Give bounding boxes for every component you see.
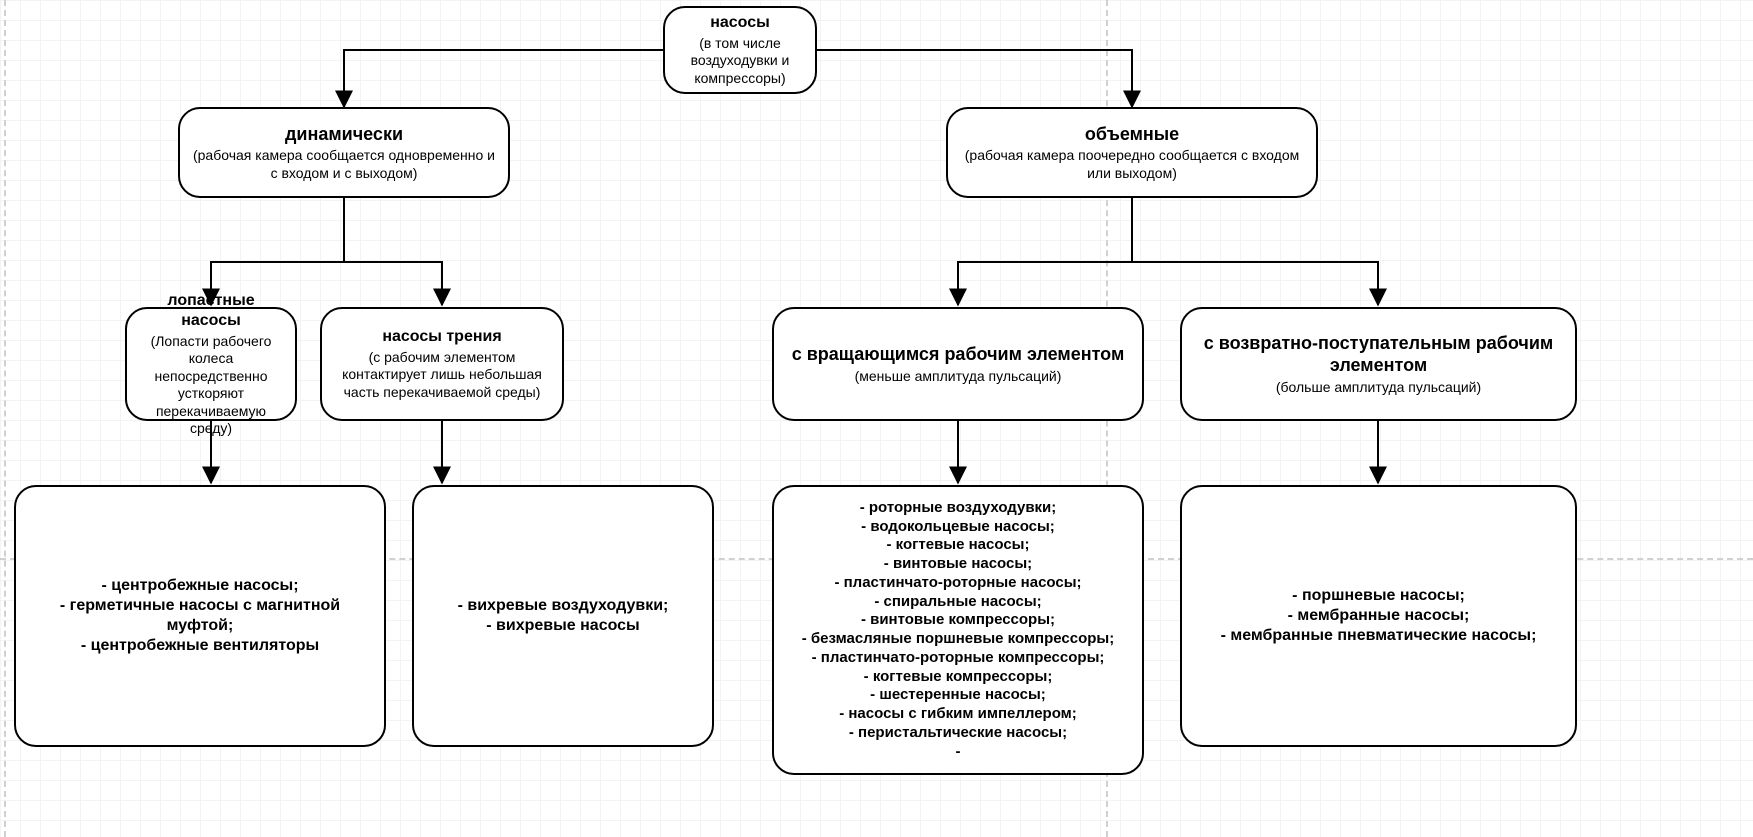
- node-sub: (меньше амплитуда пульсаций): [855, 368, 1062, 386]
- node-volumetric[interactable]: объемные (рабочая камера поочередно сооб…: [946, 107, 1318, 198]
- node-title: с вращающимся рабочим элементом: [792, 343, 1125, 366]
- node-friction[interactable]: насосы трения (с рабочим элементом конта…: [320, 307, 564, 421]
- node-title: объемные: [1085, 123, 1179, 146]
- examples-list: - вихревые воздуходувки; - вихревые насо…: [458, 596, 669, 636]
- examples-list: - поршневые насосы; - мембранные насосы;…: [1221, 586, 1537, 646]
- node-sub: (больше амплитуда пульсаций): [1276, 379, 1481, 397]
- node-recip[interactable]: с возвратно-поступательным рабочим элеме…: [1180, 307, 1577, 421]
- node-sub: (рабочая камера поочередно сообщается с …: [958, 147, 1306, 182]
- node-sub: (рабочая камера сообщается одновременно …: [190, 147, 498, 182]
- node-sub: (в том числе воздуходувки и компрессоры): [675, 35, 805, 88]
- node-title: насосы: [710, 13, 770, 33]
- node-title: насосы трения: [382, 327, 501, 347]
- examples-list: - центробежные насосы; - герметичные нас…: [26, 576, 374, 656]
- node-title: с возвратно-поступательным рабочим элеме…: [1192, 332, 1565, 377]
- node-sub: (Лопасти рабочего колеса непосредственно…: [137, 333, 285, 438]
- node-sub: (с рабочим элементом контактирует лишь н…: [332, 349, 552, 402]
- page-guide: [4, 0, 6, 837]
- node-vane-examples[interactable]: - центробежные насосы; - герметичные нас…: [14, 485, 386, 747]
- node-root[interactable]: насосы (в том числе воздуходувки и компр…: [663, 6, 817, 94]
- node-recip-examples[interactable]: - поршневые насосы; - мембранные насосы;…: [1180, 485, 1577, 747]
- node-dynamic[interactable]: динамически (рабочая камера сообщается о…: [178, 107, 510, 198]
- node-friction-examples[interactable]: - вихревые воздуходувки; - вихревые насо…: [412, 485, 714, 747]
- examples-list: - роторные воздуходувки; - водокольцевые…: [802, 499, 1114, 762]
- node-title: динамически: [285, 123, 403, 146]
- node-rotary[interactable]: с вращающимся рабочим элементом (меньше …: [772, 307, 1144, 421]
- node-rotary-examples[interactable]: - роторные воздуходувки; - водокольцевые…: [772, 485, 1144, 775]
- node-vane[interactable]: лопастные насосы (Лопасти рабочего колес…: [125, 307, 297, 421]
- node-title: лопастные насосы: [137, 291, 285, 331]
